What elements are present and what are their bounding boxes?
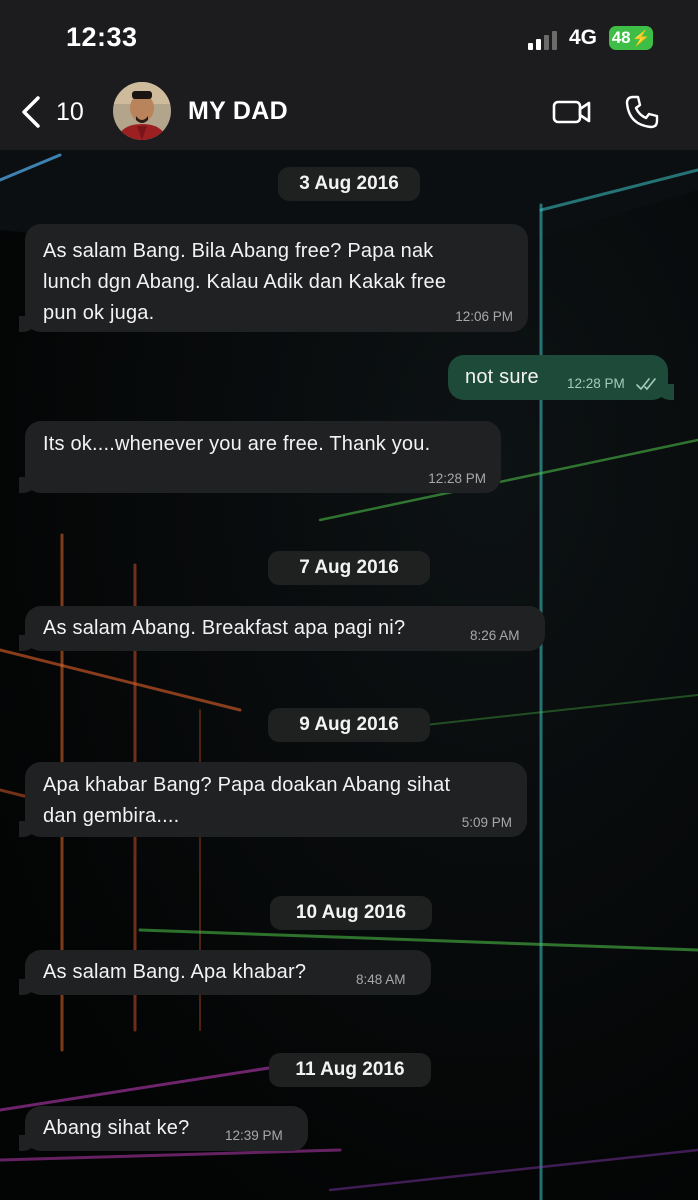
incoming-message-bubble[interactable]: As salam Bang. Bila Abang free? Papa nak…	[19, 224, 528, 332]
signal-bars-icon	[528, 31, 557, 50]
incoming-message-bubble[interactable]: As salam Bang. Apa khabar? 8:48 AM	[19, 950, 431, 995]
double-check-icon	[636, 378, 656, 390]
message-time: 5:09 PM	[461, 815, 512, 830]
date-chip: 11 Aug 2016	[269, 1053, 431, 1087]
status-bar: 12:33 4G 48⚡	[0, 0, 698, 78]
phone-icon[interactable]	[624, 94, 660, 130]
status-time: 12:33	[66, 22, 138, 52]
message-time: 12:28 PM	[567, 376, 625, 391]
message-line: pun ok juga.	[43, 302, 155, 324]
video-camera-icon[interactable]	[552, 97, 592, 127]
outgoing-message-bubble[interactable]: not sure 12:28 PM	[448, 355, 674, 400]
message-time: 12:06 PM	[455, 309, 513, 324]
incoming-message-bubble[interactable]: As salam Abang. Breakfast apa pagi ni? 8…	[19, 606, 545, 651]
network-type: 4G	[569, 26, 598, 49]
battery-icon: 48⚡	[609, 26, 653, 50]
message-time: 8:26 AM	[470, 628, 520, 643]
unread-count[interactable]: 10	[56, 98, 84, 127]
message-line: Its ok....whenever you are free. Thank y…	[43, 433, 431, 455]
message-time: 8:48 AM	[356, 972, 406, 987]
date-chip: 9 Aug 2016	[268, 708, 430, 742]
message-line: lunch dgn Abang. Kalau Adik dan Kakak fr…	[43, 271, 447, 293]
message-line: dan gembira....	[43, 805, 180, 827]
chat-header: 10 MY DAD	[0, 78, 698, 150]
chevron-left-icon[interactable]	[18, 94, 44, 130]
message-time: 12:28 PM	[428, 471, 486, 486]
message-line: Apa khabar Bang? Papa doakan Abang sihat	[43, 774, 451, 796]
battery-level: 48	[611, 28, 631, 47]
date-chip: 7 Aug 2016	[268, 551, 430, 585]
contact-avatar[interactable]	[113, 82, 171, 140]
contact-name[interactable]: MY DAD	[188, 97, 288, 126]
message-line: As salam Bang. Bila Abang free? Papa nak	[43, 240, 434, 262]
message-line: not sure	[465, 366, 539, 388]
message-line: As salam Bang. Apa khabar?	[43, 961, 307, 983]
message-time: 12:39 PM	[225, 1128, 283, 1143]
incoming-message-bubble[interactable]: Abang sihat ke? 12:39 PM	[19, 1106, 308, 1151]
date-chip: 10 Aug 2016	[270, 896, 432, 930]
incoming-message-bubble[interactable]: Its ok....whenever you are free. Thank y…	[19, 421, 501, 493]
message-line: As salam Abang. Breakfast apa pagi ni?	[43, 617, 406, 639]
incoming-message-bubble[interactable]: Apa khabar Bang? Papa doakan Abang sihat…	[19, 762, 527, 837]
message-line: Abang sihat ke?	[43, 1117, 190, 1139]
date-chip: 3 Aug 2016	[278, 167, 420, 201]
charging-bolt-icon: ⚡	[631, 30, 651, 47]
